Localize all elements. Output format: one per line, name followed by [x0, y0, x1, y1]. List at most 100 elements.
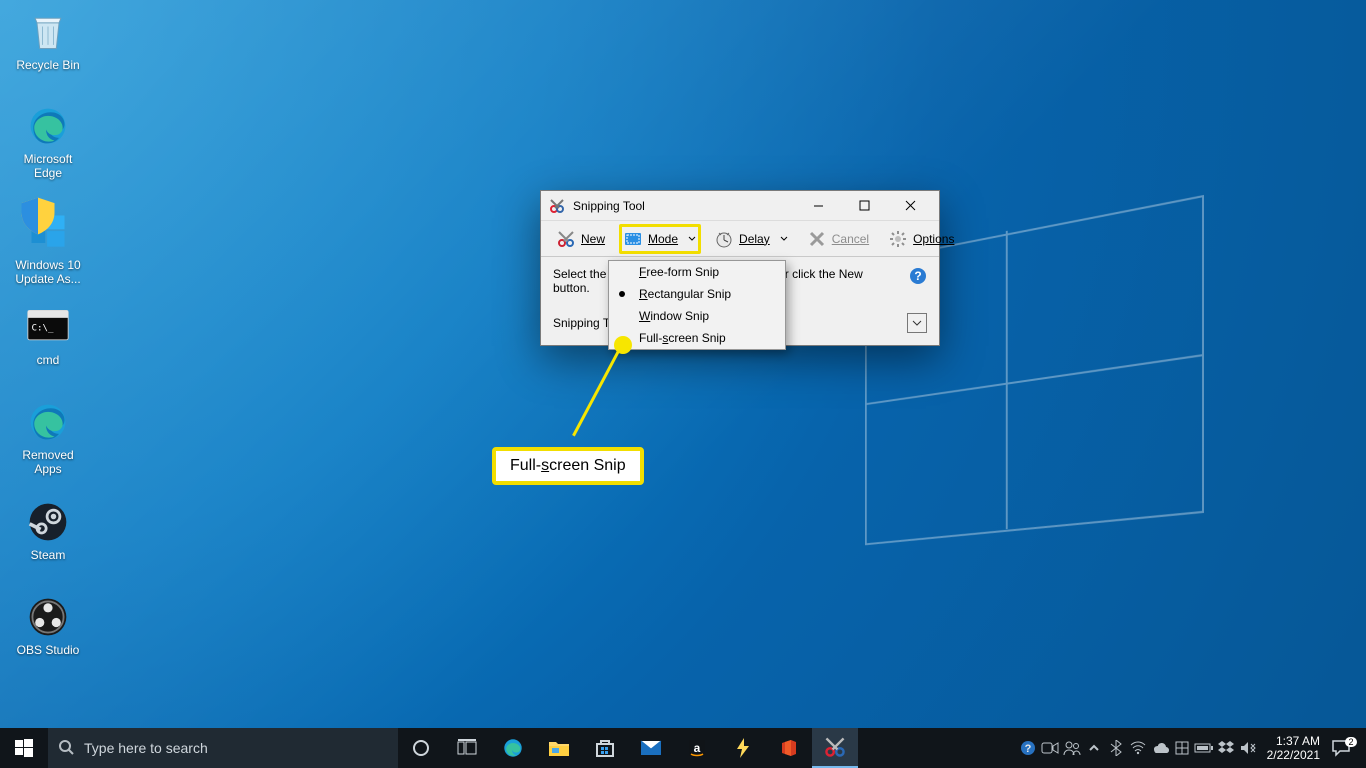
mode-option-fullscreen[interactable]: Full-screen Snip: [609, 327, 785, 349]
svg-text:C:\_: C:\_: [32, 323, 55, 334]
taskbar-office[interactable]: [766, 728, 812, 768]
mode-label: Mode: [648, 232, 678, 246]
gear-icon: [889, 230, 907, 248]
titlebar[interactable]: Snipping Tool: [541, 191, 939, 221]
svg-text:?: ?: [914, 269, 921, 283]
cmd-icon: C:\_: [26, 305, 70, 349]
expand-button[interactable]: [907, 313, 927, 333]
taskbar-amazon[interactable]: a: [674, 728, 720, 768]
tray-bluetooth-icon[interactable]: [1105, 728, 1127, 768]
cancel-label: Cancel: [832, 232, 869, 246]
help-icon[interactable]: ?: [909, 267, 927, 288]
tray-onedrive-icon[interactable]: [1149, 728, 1171, 768]
tray-chevron-up-icon[interactable]: [1083, 728, 1105, 768]
taskbar-clock[interactable]: 1:37 AM 2/22/2021: [1259, 734, 1328, 762]
snipping-tool-icon: [824, 736, 846, 758]
mode-option-window[interactable]: Window Snip: [609, 305, 785, 327]
chevron-down-icon: [780, 232, 788, 246]
taskbar: Type here to search a ? 1:37 AM 2/22/202…: [0, 728, 1366, 768]
desktop-icon-removed-apps[interactable]: Removed Apps: [8, 400, 88, 476]
amazon-icon: a: [687, 738, 707, 758]
close-icon: [808, 230, 826, 248]
edge-icon: [502, 737, 524, 759]
taskbar-store[interactable]: [582, 728, 628, 768]
options-button[interactable]: Options: [883, 226, 960, 252]
cortana-icon: [412, 739, 430, 757]
task-view-icon: [457, 739, 477, 757]
desktop-icon-obs[interactable]: OBS Studio: [8, 595, 88, 657]
taskbar-file-explorer[interactable]: [536, 728, 582, 768]
taskbar-mail[interactable]: [628, 728, 674, 768]
tray-wifi-icon[interactable]: [1127, 728, 1149, 768]
new-label: New: [581, 232, 605, 246]
clock-icon: [715, 230, 733, 248]
lightning-icon: [735, 738, 751, 758]
mail-icon: [640, 739, 662, 757]
desktop-icon-recycle-bin[interactable]: Recycle Bin: [8, 10, 88, 72]
maximize-button[interactable]: [841, 191, 887, 221]
close-button[interactable]: [887, 191, 933, 221]
new-button[interactable]: New: [551, 226, 611, 252]
edge-icon: [26, 400, 70, 444]
scissors-icon: [557, 230, 575, 248]
desktop-background: [0, 0, 1366, 768]
minimize-button[interactable]: [795, 191, 841, 221]
desktop-icon-steam[interactable]: Steam: [8, 500, 88, 562]
mode-icon: [624, 230, 642, 248]
tray-security-icon[interactable]: [1171, 728, 1193, 768]
tray-meet-now-icon[interactable]: [1039, 728, 1061, 768]
edge-icon: [26, 104, 70, 148]
desktop-icon-label: cmd: [8, 353, 88, 367]
search-icon: [58, 739, 74, 758]
delay-label: Delay: [739, 232, 770, 246]
action-center-button[interactable]: 2: [1328, 728, 1366, 768]
mode-option-freeform[interactable]: Free-form Snip: [609, 261, 785, 283]
tray-people-icon[interactable]: [1061, 728, 1083, 768]
windows-update-icon: [26, 210, 70, 254]
snipping-tool-icon: [549, 198, 565, 214]
taskbar-app-lightning[interactable]: [720, 728, 766, 768]
steam-icon: [26, 500, 70, 544]
footer-text: Snipping T: [553, 316, 610, 330]
desktop-icon-label: Windows 10 Update As...: [8, 258, 88, 286]
start-button[interactable]: [0, 728, 48, 768]
options-label: Options: [913, 232, 954, 246]
annotation-callout: Full-screen Snip: [492, 447, 644, 485]
desktop-icon-label: Steam: [8, 548, 88, 562]
desktop-icon-label: Removed Apps: [8, 448, 88, 476]
cancel-button: Cancel: [802, 226, 875, 252]
tray-volume-icon[interactable]: [1237, 728, 1259, 768]
taskbar-search[interactable]: Type here to search: [48, 728, 398, 768]
mode-option-rectangular[interactable]: Rectangular Snip: [609, 283, 785, 305]
taskbar-time: 1:37 AM: [1267, 734, 1320, 748]
notification-badge: 2: [1345, 737, 1356, 747]
desktop-icon-label: Microsoft Edge: [8, 152, 88, 180]
toolbar: New Mode Delay Cancel Options: [541, 221, 939, 257]
taskbar-edge[interactable]: [490, 728, 536, 768]
desktop-icon-cmd[interactable]: C:\_ cmd: [8, 305, 88, 367]
chevron-down-icon: [688, 232, 696, 246]
store-icon: [595, 738, 615, 758]
desktop-icon-label: OBS Studio: [8, 643, 88, 657]
mode-dropdown: Free-form Snip Rectangular Snip Window S…: [608, 260, 786, 350]
taskbar-cortana[interactable]: [398, 728, 444, 768]
svg-text:?: ?: [1024, 743, 1031, 755]
selected-indicator-icon: [619, 291, 625, 297]
search-placeholder: Type here to search: [84, 740, 208, 756]
window-title: Snipping Tool: [573, 199, 795, 213]
delay-button[interactable]: Delay: [709, 226, 794, 252]
desktop-icon-windows-update-assistant[interactable]: Windows 10 Update As...: [8, 210, 88, 286]
office-icon: [779, 738, 799, 758]
svg-text:a: a: [694, 741, 701, 755]
desktop-icon-label: Recycle Bin: [8, 58, 88, 72]
taskbar-snipping-tool[interactable]: [812, 728, 858, 768]
mode-button[interactable]: Mode: [619, 224, 701, 254]
tray-help-icon[interactable]: ?: [1017, 728, 1039, 768]
desktop-icon-edge[interactable]: Microsoft Edge: [8, 104, 88, 180]
taskbar-taskview[interactable]: [444, 728, 490, 768]
windows-start-icon: [15, 739, 33, 757]
recycle-bin-icon: [26, 10, 70, 54]
tray-battery-icon[interactable]: [1193, 728, 1215, 768]
tray-dropbox-icon[interactable]: [1215, 728, 1237, 768]
uac-shield-icon: [16, 194, 60, 238]
